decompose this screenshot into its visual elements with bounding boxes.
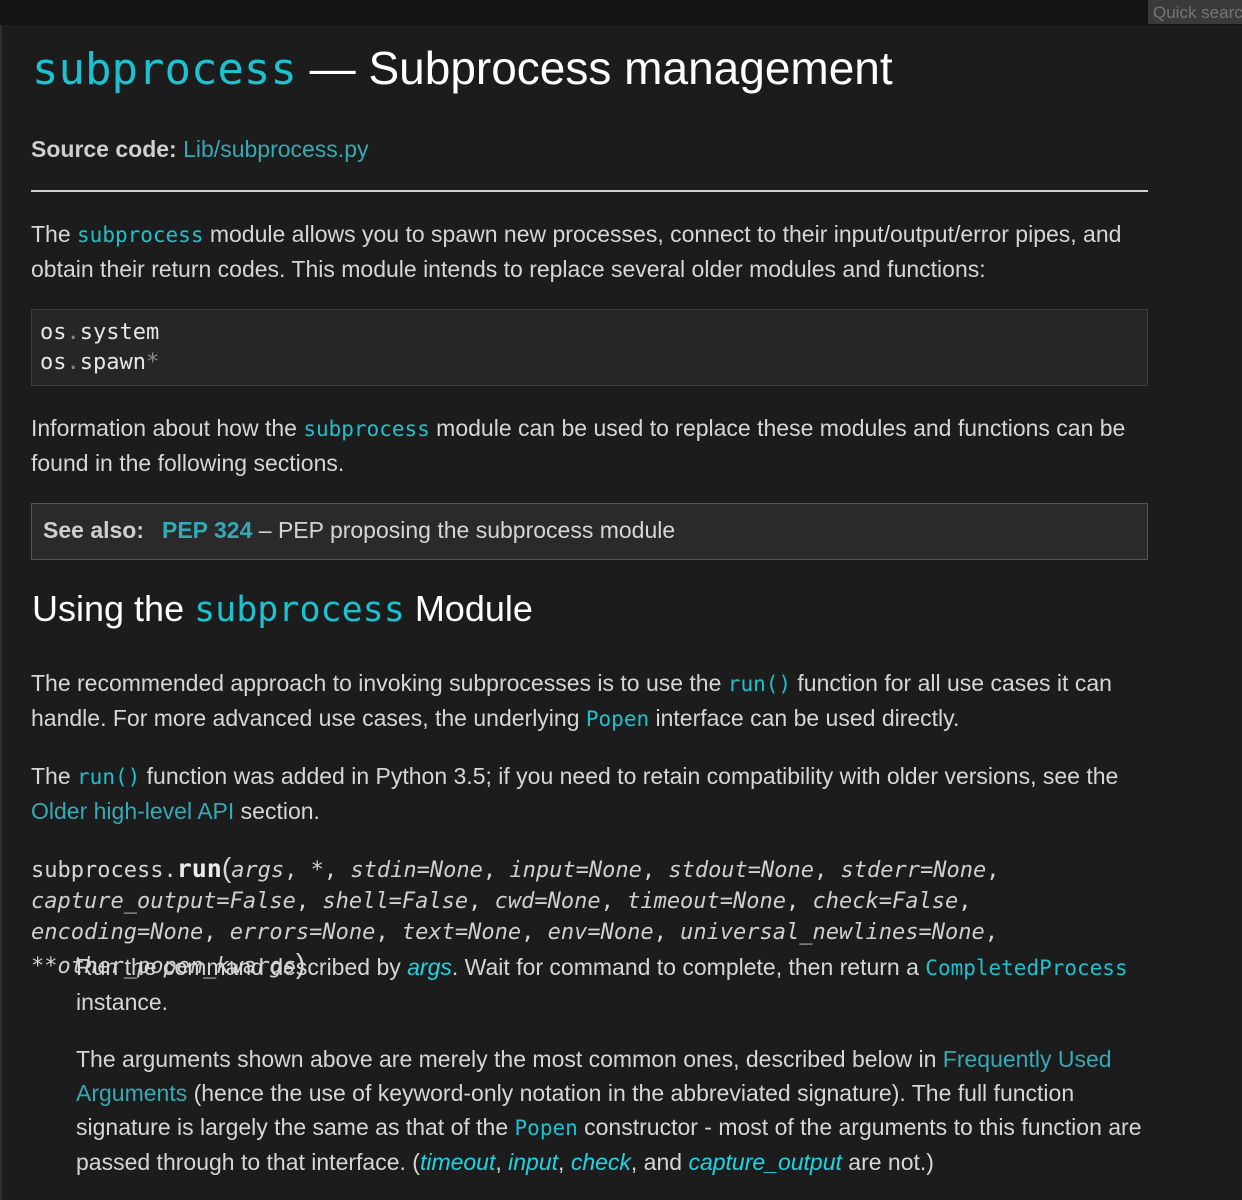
sidebar-divider	[0, 25, 2, 1200]
para-text: interface can be used directly.	[649, 705, 960, 731]
page-title: subprocess — Subprocess management	[32, 41, 893, 95]
completedprocess-link[interactable]: CompletedProcess	[925, 956, 1127, 980]
page-title-module: subprocess	[32, 44, 297, 95]
run-function-link[interactable]: run()	[728, 672, 791, 696]
signature-param: stderr=None	[840, 858, 987, 883]
desc-text: are not.)	[841, 1149, 934, 1175]
older-api-link[interactable]: Older high-level API	[31, 798, 234, 824]
pep-324-link[interactable]: PEP 324	[162, 517, 252, 543]
code-token: os	[40, 320, 67, 345]
signature-name: run	[176, 854, 222, 883]
input-param-link[interactable]: input	[508, 1149, 558, 1175]
signature-param: text=None	[401, 920, 522, 945]
subprocess-module-link[interactable]: subprocess	[77, 223, 203, 247]
code-line: os.system	[40, 318, 1147, 348]
section-heading: Using the subprocess Module	[32, 588, 533, 630]
desc-sep: ,	[495, 1149, 509, 1175]
top-bar	[0, 0, 1242, 25]
signature-param: check=False	[812, 889, 959, 914]
signature-param: stdin=None	[350, 858, 483, 883]
desc-text: . Wait for command to complete, then ret…	[451, 954, 926, 980]
desc-text: The arguments shown above are merely the…	[76, 1046, 943, 1072]
see-also-label: See also:	[43, 517, 144, 543]
code-star: *	[145, 350, 160, 375]
see-also-box: See also: PEP 324 – PEP proposing the sub…	[31, 503, 1148, 560]
code-token: os	[40, 350, 67, 375]
signature-param: shell=False	[322, 889, 469, 914]
signature-param: timeout=None	[627, 889, 787, 914]
code-block: os.system os.spawn*	[31, 309, 1148, 386]
signature-param: cwd=None	[494, 889, 601, 914]
popen-link[interactable]: Popen	[586, 707, 649, 731]
para-text: function was added in Python 3.5; if you…	[140, 763, 1119, 789]
desc-text: Run the command described by	[76, 954, 408, 980]
code-dot: .	[66, 320, 80, 345]
signature-param: input=None	[509, 858, 642, 883]
signature-param: stdout=None	[668, 858, 815, 883]
popen-link[interactable]: Popen	[515, 1116, 578, 1140]
desc-sep: , and	[630, 1149, 689, 1175]
capture-output-param-link[interactable]: capture_output	[688, 1149, 841, 1175]
signature-param: errors=None	[229, 920, 376, 945]
signature-param: universal_newlines=None	[680, 920, 985, 945]
run-description: Run the command described by args. Wait …	[76, 950, 1151, 1019]
desc-sep: ,	[558, 1149, 571, 1175]
subprocess-module-link[interactable]: subprocess	[303, 417, 429, 441]
signature-param: *	[310, 858, 324, 883]
arguments-description: The arguments shown above are merely the…	[76, 1042, 1151, 1179]
signature-open-paren: (	[221, 852, 232, 883]
intro-paragraph: The subprocess module allows you to spaw…	[31, 217, 1148, 286]
divider	[31, 190, 1148, 192]
see-also-text: – PEP proposing the subprocess module	[252, 517, 676, 543]
info-text-1: Information about how the	[31, 415, 304, 441]
code-token: spawn	[79, 350, 146, 375]
code-token: system	[79, 320, 160, 345]
recommended-paragraph: The recommended approach to invoking sub…	[31, 666, 1148, 736]
section-heading-text-2: Module	[404, 588, 533, 629]
section-heading-text-1: Using the	[32, 588, 195, 629]
run-function-link[interactable]: run()	[77, 765, 140, 789]
source-code-line: Source code: Lib/subprocess.py	[31, 136, 369, 163]
signature-param: env=None	[547, 920, 654, 945]
code-line: os.spawn*	[40, 348, 1147, 378]
desc-text: instance.	[76, 989, 169, 1015]
para-text: section.	[234, 798, 320, 824]
code-dot: .	[66, 350, 80, 375]
signature-param: args	[231, 858, 285, 883]
signature-prefix: subprocess.	[31, 858, 177, 883]
source-code-label: Source code:	[31, 136, 177, 162]
signature-param: capture_output=False	[31, 889, 296, 914]
source-code-link[interactable]: Lib/subprocess.py	[183, 136, 368, 162]
quick-search-input[interactable]	[1148, 0, 1242, 24]
compat-paragraph: The run() function was added in Python 3…	[31, 759, 1148, 828]
info-paragraph: Information about how the subprocess mod…	[31, 411, 1148, 480]
intro-text-1: The	[31, 221, 78, 247]
section-heading-code: subprocess	[194, 590, 405, 630]
para-text: The recommended approach to invoking sub…	[31, 670, 728, 696]
timeout-param-link[interactable]: timeout	[420, 1149, 495, 1175]
check-param-link[interactable]: check	[571, 1149, 631, 1175]
page-title-text: — Subprocess management	[296, 42, 893, 94]
signature-param: encoding=None	[31, 920, 204, 945]
args-param-link[interactable]: args	[407, 954, 452, 980]
para-text: The	[31, 763, 78, 789]
